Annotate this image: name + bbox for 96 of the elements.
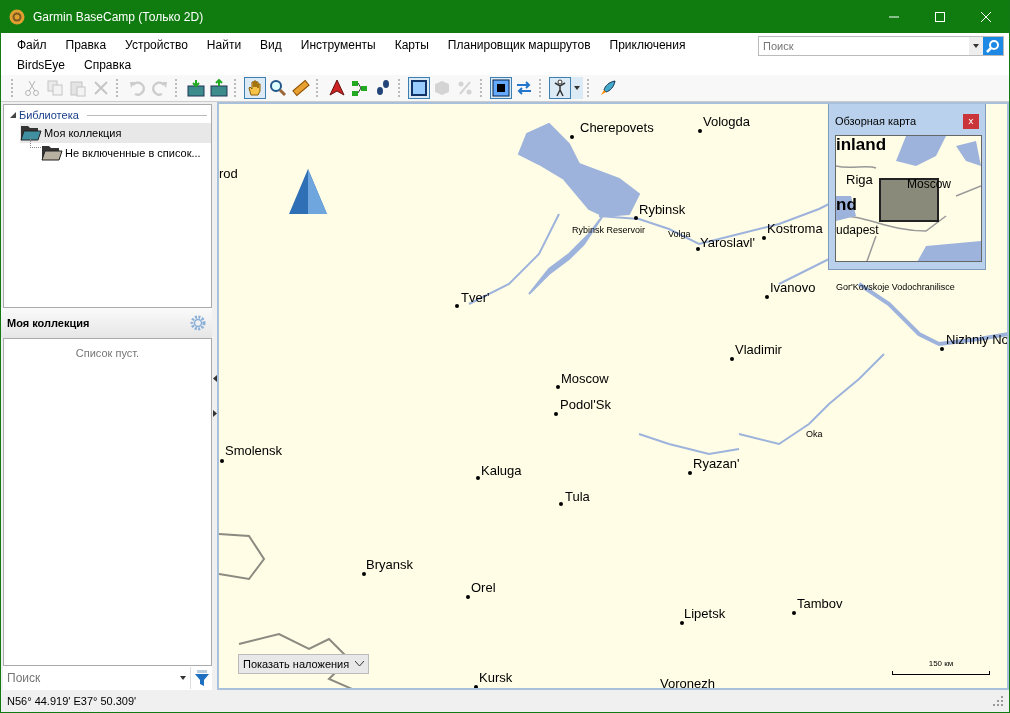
city-dot xyxy=(476,476,480,480)
city-label[interactable]: Ivanovo xyxy=(770,280,816,295)
city-dot xyxy=(698,129,702,133)
list-search-box[interactable]: Поиск xyxy=(3,666,212,690)
city-label[interactable]: Vologda xyxy=(703,114,750,129)
tree-item[interactable]: Не включенные в список... xyxy=(41,143,205,163)
city-dot xyxy=(762,236,766,240)
close-icon xyxy=(981,12,991,22)
dropdown-caret-icon[interactable] xyxy=(180,676,186,680)
city-dot xyxy=(220,459,224,463)
show-overlays-dropdown[interactable]: Показать наложения xyxy=(238,654,370,674)
hand-button[interactable] xyxy=(243,77,266,99)
city-dot xyxy=(556,385,560,389)
city-dot xyxy=(570,135,574,139)
overview-title: Обзорная карта xyxy=(835,115,917,127)
city-label[interactable]: Kostroma xyxy=(767,221,823,236)
city-dot xyxy=(466,595,470,599)
city-dot xyxy=(688,471,692,475)
collection-title: Моя коллекция xyxy=(7,317,90,329)
city-dot xyxy=(554,412,558,416)
search-box[interactable]: Поиск xyxy=(758,36,1004,56)
menu-item[interactable]: Карты xyxy=(386,35,437,55)
overview-map-label: udapest xyxy=(836,224,879,238)
overview-map-label: inland xyxy=(836,136,887,155)
menu-item[interactable]: Найти xyxy=(198,35,250,55)
city-label[interactable]: rod xyxy=(219,166,238,181)
city-label[interactable]: Tula xyxy=(565,489,590,504)
collapse-arrow-icon[interactable] xyxy=(212,375,217,382)
folder-icon xyxy=(20,125,42,141)
library-heading: Библиотека xyxy=(19,109,79,121)
search-button[interactable] xyxy=(983,37,1003,55)
menu-item[interactable]: Планировщик маршрутов xyxy=(439,35,599,55)
maximize-icon xyxy=(935,12,945,22)
city-dot xyxy=(634,216,638,220)
receive-from-device-button[interactable] xyxy=(184,77,207,99)
city-label[interactable]: Vladimir xyxy=(735,342,782,357)
north-arrow-icon xyxy=(288,169,328,215)
filter-button[interactable] xyxy=(190,667,212,689)
expanded-triangle-icon[interactable] xyxy=(10,112,16,118)
window-title: Garmin BaseCamp (Только 2D) xyxy=(33,10,205,24)
person-button[interactable] xyxy=(548,77,571,99)
menu-item[interactable]: Файл xyxy=(9,35,55,55)
water-label: Volga xyxy=(668,228,691,241)
close-button[interactable]: x xyxy=(963,113,979,129)
fit-button[interactable] xyxy=(489,77,512,99)
city-dot xyxy=(559,502,563,506)
menu-item[interactable]: Инструменты xyxy=(292,35,384,55)
city-label[interactable]: Cherepovets xyxy=(580,120,654,135)
empty-list-text: Список пуст. xyxy=(75,347,140,361)
app-logo-icon xyxy=(9,9,25,25)
city-label[interactable]: Tambov xyxy=(797,596,843,611)
resize-grip-icon[interactable] xyxy=(993,696,1003,706)
water-label: Oka xyxy=(806,428,823,441)
expand-arrow-icon[interactable] xyxy=(212,410,217,417)
menu-item[interactable]: Справка xyxy=(76,55,140,75)
city-dot xyxy=(765,295,769,299)
city-dot xyxy=(680,621,684,625)
city-label[interactable]: Tver' xyxy=(461,290,490,305)
city-label[interactable]: Rybinsk xyxy=(639,202,686,217)
city-dot xyxy=(362,572,366,576)
city-label[interactable]: Ryazan' xyxy=(693,456,740,471)
overview-map-label: Riga xyxy=(846,173,873,188)
folder-icon xyxy=(41,145,63,161)
dropdown-caret-icon[interactable] xyxy=(973,44,979,48)
city-dot xyxy=(792,611,796,615)
city-dot xyxy=(474,685,478,688)
rectangle-button[interactable] xyxy=(407,77,430,99)
scale-label: 150 км xyxy=(928,659,954,668)
city-dot xyxy=(730,357,734,361)
city-dot xyxy=(696,247,700,251)
water-label: Rybinsk Reservoir xyxy=(572,224,646,237)
menu-item[interactable]: Вид xyxy=(252,35,290,55)
menu-item[interactable]: Устройство xyxy=(117,35,196,55)
city-label[interactable]: Yaroslavl' xyxy=(700,235,755,250)
caret-icon xyxy=(355,661,365,667)
city-dot xyxy=(940,347,944,351)
city-label[interactable]: Voronezh xyxy=(660,676,715,688)
caret-icon xyxy=(574,86,580,90)
menu-item[interactable]: BirdsEye xyxy=(9,55,74,75)
city-label[interactable]: Orel xyxy=(471,580,496,595)
water-label: Gor'Kovskoje Vodochranilisce xyxy=(836,281,955,294)
city-label[interactable]: Kursk xyxy=(479,670,513,685)
menu-item[interactable]: Правка xyxy=(57,35,115,55)
city-label[interactable]: Podol'Sk xyxy=(560,397,611,412)
coordinates-text: N56° 44.919' E37° 50.309' xyxy=(7,695,137,707)
tree-item[interactable]: Моя коллекция xyxy=(20,123,211,143)
city-label[interactable]: Kaluga xyxy=(481,463,522,478)
city-label[interactable]: Smolensk xyxy=(225,443,283,458)
send-to-device-button[interactable] xyxy=(207,77,230,99)
menu-item[interactable]: Приключения xyxy=(601,35,694,55)
city-label[interactable]: Lipetsk xyxy=(684,606,726,621)
city-label[interactable]: Bryansk xyxy=(366,557,413,572)
city-dot xyxy=(455,304,459,308)
dropdown-button[interactable] xyxy=(571,77,583,99)
overview-map-label: nd xyxy=(836,196,857,215)
city-label[interactable]: Moscow xyxy=(561,371,609,386)
